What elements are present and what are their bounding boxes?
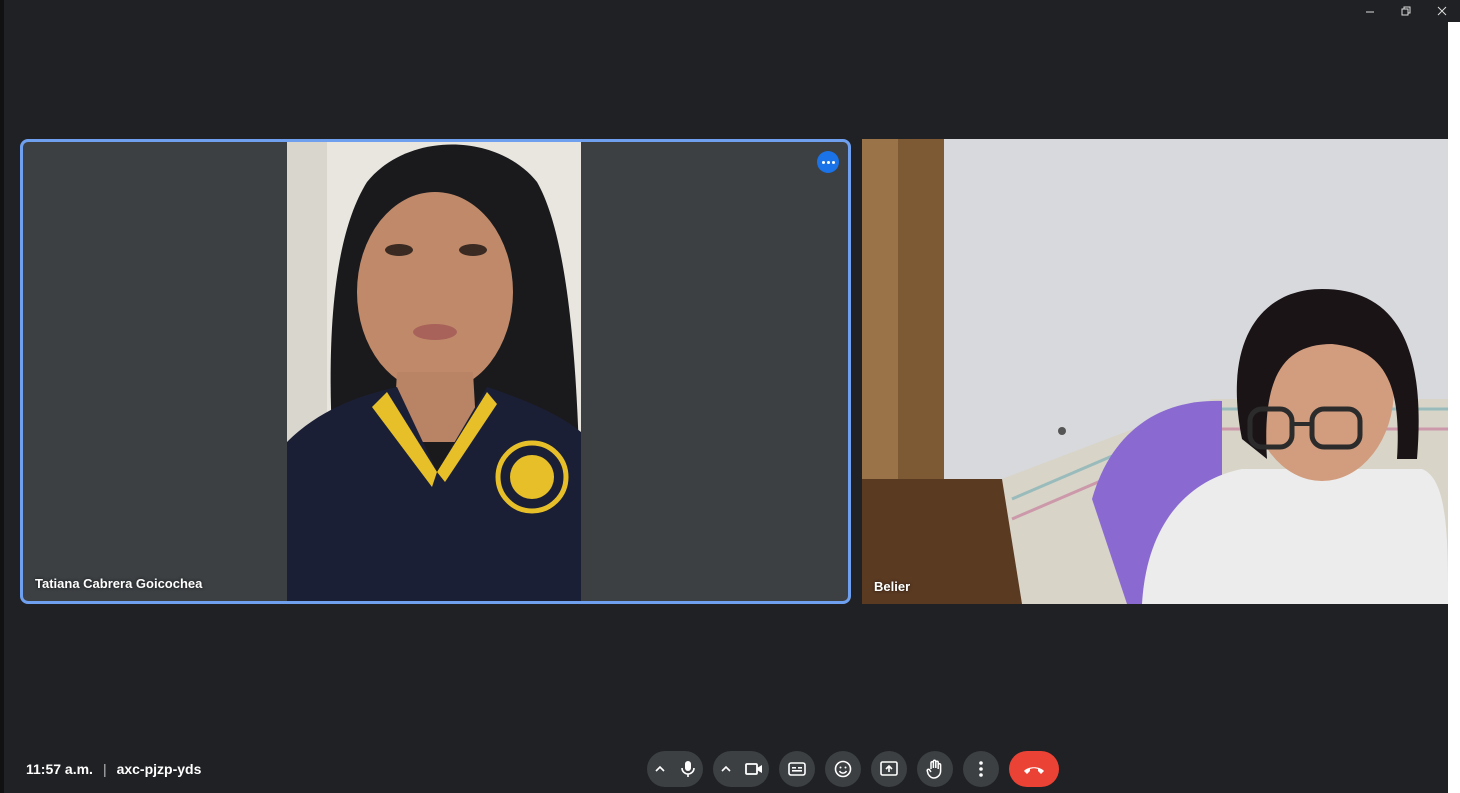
tile-more-options-button[interactable] — [817, 151, 839, 173]
end-call-button[interactable] — [1009, 751, 1059, 787]
restore-button[interactable] — [1388, 0, 1424, 22]
participant-tile-active[interactable]: Tatiana Cabrera Goicochea — [20, 139, 851, 604]
more-options-button[interactable] — [963, 751, 999, 787]
captions-button[interactable] — [779, 751, 815, 787]
camera-icon — [745, 763, 762, 775]
video-control-group — [713, 751, 769, 787]
camera-options-chevron-icon — [721, 765, 731, 772]
microphone-button[interactable] — [673, 751, 703, 787]
captions-icon — [788, 762, 806, 776]
window-edge-left — [0, 0, 4, 793]
present-screen-button[interactable] — [871, 751, 907, 787]
raise-hand-button[interactable] — [917, 751, 953, 787]
more-dots-icon — [821, 160, 825, 164]
emoji-icon — [834, 760, 852, 778]
more-options-icon — [979, 761, 983, 777]
microphone-icon — [681, 761, 695, 777]
minimize-icon — [1366, 11, 1374, 13]
separator: | — [102, 761, 107, 777]
mic-options-button[interactable] — [647, 751, 673, 787]
audio-control-group — [647, 751, 703, 787]
close-icon — [1437, 6, 1447, 16]
meeting-code: axc-pjzp-yds — [116, 761, 202, 777]
minimize-button[interactable] — [1352, 0, 1388, 22]
camera-options-button[interactable] — [713, 751, 739, 787]
restore-icon — [1401, 6, 1411, 16]
end-call-icon — [1024, 767, 1044, 774]
present-screen-icon — [880, 761, 898, 776]
participant-video — [287, 142, 581, 601]
participant-name: Tatiana Cabrera Goicochea — [35, 576, 203, 591]
window-controls — [1352, 0, 1460, 22]
camera-button[interactable] — [739, 751, 769, 787]
window-edge-right — [1448, 22, 1460, 793]
close-button[interactable] — [1424, 0, 1460, 22]
meeting-time: 11:57 a.m. — [26, 761, 93, 777]
participant-video — [862, 139, 1448, 604]
emoji-button[interactable] — [825, 751, 861, 787]
participant-tile[interactable]: Belier — [862, 139, 1448, 604]
meeting-info: 11:57 a.m. | axc-pjzp-yds — [26, 761, 201, 777]
mic-options-chevron-icon — [655, 765, 665, 772]
call-controls — [647, 751, 1059, 787]
raise-hand-icon — [926, 759, 942, 779]
participant-name: Belier — [874, 579, 911, 594]
